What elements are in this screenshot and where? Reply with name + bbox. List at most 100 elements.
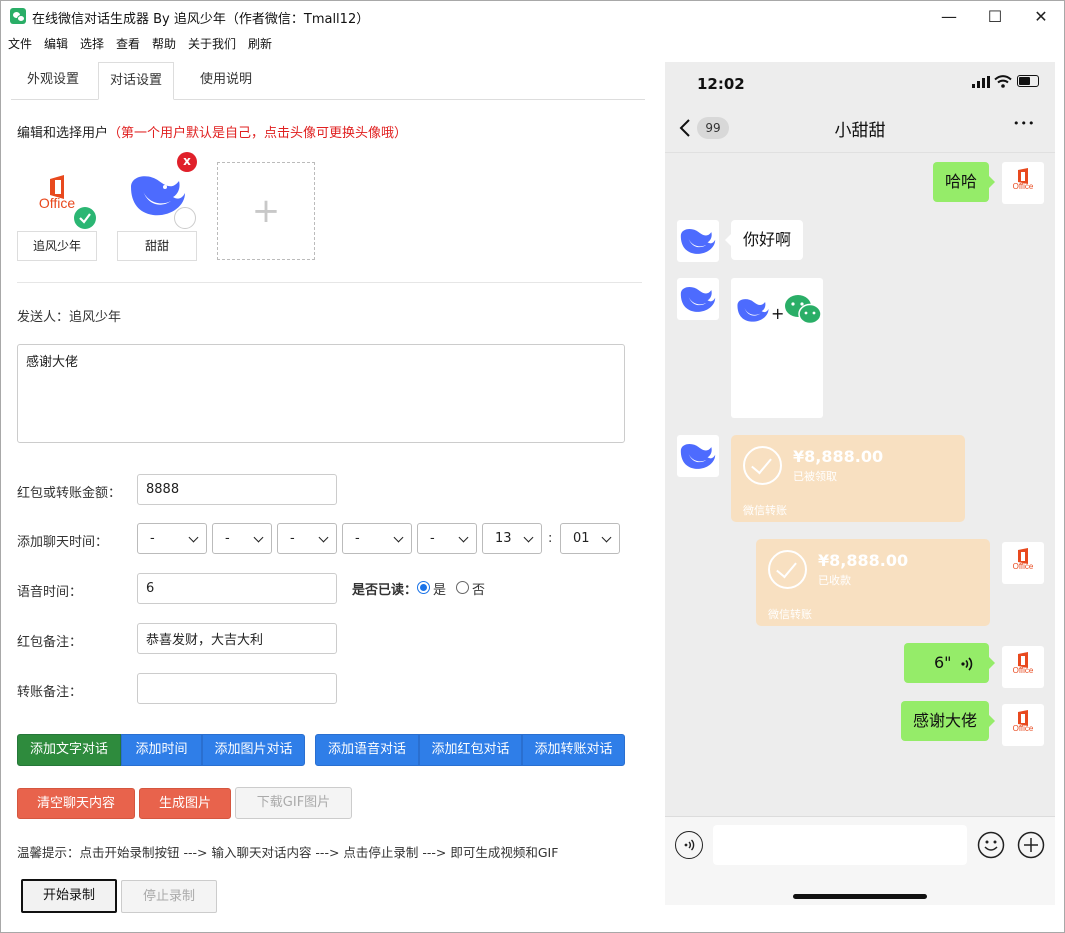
month-select[interactable]: - [212, 523, 272, 554]
my-avatar: Office [1002, 542, 1044, 584]
maximize-button[interactable]: ☐ [972, 1, 1018, 32]
clear-chat-button[interactable]: 清空聊天内容 [17, 788, 135, 819]
read-yes-label: 是 [433, 583, 447, 598]
app-window: 在线微信对话生成器 By 追风少年（作者微信：Tmall12） — ☐ ✕ 文件… [0, 0, 1065, 933]
add-redpacket-button[interactable]: 添加红包对话 [419, 734, 522, 766]
add-text-button[interactable]: 添加文字对话 [17, 734, 121, 766]
read-label: 是否已读： [352, 583, 418, 598]
my-avatar: Office [1002, 704, 1044, 746]
time-label: 添加聊天时间： [17, 535, 109, 550]
add-user-button[interactable]: + [217, 162, 315, 260]
message-bubble: 哈哈 [933, 162, 996, 202]
menu-about[interactable]: 关于我们 [188, 35, 236, 52]
transfer-footer: 微信转账 [743, 504, 787, 517]
remove-user-icon[interactable]: x [177, 152, 197, 172]
office-logo-text: Office [1012, 666, 1034, 675]
office-logo-text: Office [1012, 182, 1034, 191]
read-no-label: 否 [472, 583, 486, 598]
add-voice-button[interactable]: 添加语音对话 [315, 734, 419, 766]
add-time-button[interactable]: 添加时间 [121, 734, 202, 766]
voice-input[interactable] [137, 573, 337, 604]
transfer-footer: 微信转账 [768, 608, 812, 621]
transfer-status: 已收款 [818, 574, 851, 587]
hour-select[interactable]: 13 [482, 523, 542, 554]
sender-name: 追风少年 [69, 310, 122, 325]
battery-icon [1017, 75, 1039, 87]
transfer-note-input[interactable] [137, 673, 337, 704]
voice-duration: 6" [934, 653, 952, 672]
image-message: + [731, 278, 823, 418]
tab-instructions[interactable]: 使用说明 [189, 62, 263, 100]
deepseek-whale-icon [680, 444, 716, 469]
generate-image-button[interactable]: 生成图片 [139, 788, 231, 819]
minimize-button[interactable]: — [926, 1, 972, 32]
download-gif-button[interactable]: 下载GIF图片 [235, 787, 352, 819]
menu-bar: 文件 编辑 选择 查看 帮助 关于我们 刷新 [1, 32, 1064, 54]
menu-refresh[interactable]: 刷新 [248, 35, 272, 52]
amount-label: 红包或转账金额： [17, 486, 122, 501]
voice-input-icon[interactable] [675, 831, 703, 859]
wifi-icon [994, 75, 1012, 88]
menu-file[interactable]: 文件 [8, 35, 32, 52]
check-circle-icon [743, 446, 782, 485]
read-yes-radio[interactable] [417, 581, 430, 594]
tab-dialog-settings[interactable]: 对话设置 [98, 62, 175, 100]
voice-wave-icon [961, 657, 973, 671]
user-card-self: Office 追风少年 [17, 161, 97, 261]
read-no-radio[interactable] [456, 581, 469, 594]
contact-avatar [677, 220, 719, 262]
transfer-note-label: 转账备注： [17, 685, 83, 700]
selected-check-icon [74, 207, 96, 229]
message-textarea[interactable]: 感谢大佬 [17, 344, 625, 443]
user-card-tiantian: x 甜甜 [117, 152, 197, 261]
transfer-message: ¥8,888.00 已收款 微信转账 [756, 539, 990, 626]
menu-select[interactable]: 选择 [80, 35, 104, 52]
user-name-tiantian[interactable]: 甜甜 [117, 231, 197, 261]
office-logo-text: Office [1012, 724, 1034, 733]
menu-help[interactable]: 帮助 [152, 35, 176, 52]
voice-message: 6" [904, 643, 995, 683]
add-image-button[interactable]: 添加图片对话 [202, 734, 305, 766]
stop-record-button[interactable]: 停止录制 [121, 880, 217, 913]
signal-icon [972, 76, 990, 88]
weekday-select[interactable]: - [342, 523, 412, 554]
day-select[interactable]: - [277, 523, 337, 554]
period-select[interactable]: - [417, 523, 477, 554]
user-name-self[interactable]: 追风少年 [17, 231, 97, 261]
phone-preview: 12:02 99 小甜甜 ••• 哈哈 Office 你好啊 + ¥8,888.… [665, 62, 1055, 905]
contact-avatar [677, 278, 719, 320]
user-section-label: 编辑和选择用户 [17, 126, 109, 141]
year-select[interactable]: - [137, 523, 207, 554]
home-indicator [793, 894, 927, 899]
status-time: 12:02 [697, 75, 745, 93]
add-transfer-button[interactable]: 添加转账对话 [522, 734, 625, 766]
transfer-message: ¥8,888.00 已被领取 微信转账 [731, 435, 965, 522]
start-record-button[interactable]: 开始录制 [21, 879, 117, 913]
contact-avatar [677, 435, 719, 477]
emoji-icon[interactable] [977, 831, 1005, 859]
more-icon[interactable]: ••• [1013, 117, 1035, 130]
menu-view[interactable]: 查看 [116, 35, 140, 52]
tab-appearance[interactable]: 外观设置 [16, 62, 90, 100]
redpacket-note-input[interactable] [137, 623, 337, 654]
menu-edit[interactable]: 编辑 [44, 35, 68, 52]
section-divider [17, 282, 642, 283]
title-bar: 在线微信对话生成器 By 追风少年（作者微信：Tmall12） — ☐ ✕ [1, 1, 1064, 32]
amount-input[interactable] [137, 474, 337, 505]
recording-tip: 温馨提示：点击开始录制按钮 ---> 输入聊天对话内容 ---> 点击停止录制 … [17, 845, 559, 860]
contact-name: 小甜甜 [834, 121, 886, 141]
minute-select[interactable]: 01 [560, 523, 620, 554]
image-plus-sign: + [771, 304, 785, 323]
wechat-app-icon [10, 8, 26, 24]
my-avatar: Office [1002, 162, 1044, 204]
close-button[interactable]: ✕ [1018, 1, 1064, 32]
unselected-radio-icon[interactable] [174, 207, 196, 229]
deepseek-whale-icon [737, 299, 769, 322]
my-avatar: Office [1002, 646, 1044, 688]
transfer-amount: ¥8,888.00 [818, 551, 909, 570]
user-section-title: 编辑和选择用户（第一个用户默认是自己，点击头像可更换头像哦） [17, 122, 407, 141]
message-bubble: 你好啊 [724, 220, 804, 260]
voice-label: 语音时间： [17, 585, 83, 600]
plus-icon[interactable] [1017, 831, 1045, 859]
chat-text-input[interactable] [713, 825, 967, 865]
